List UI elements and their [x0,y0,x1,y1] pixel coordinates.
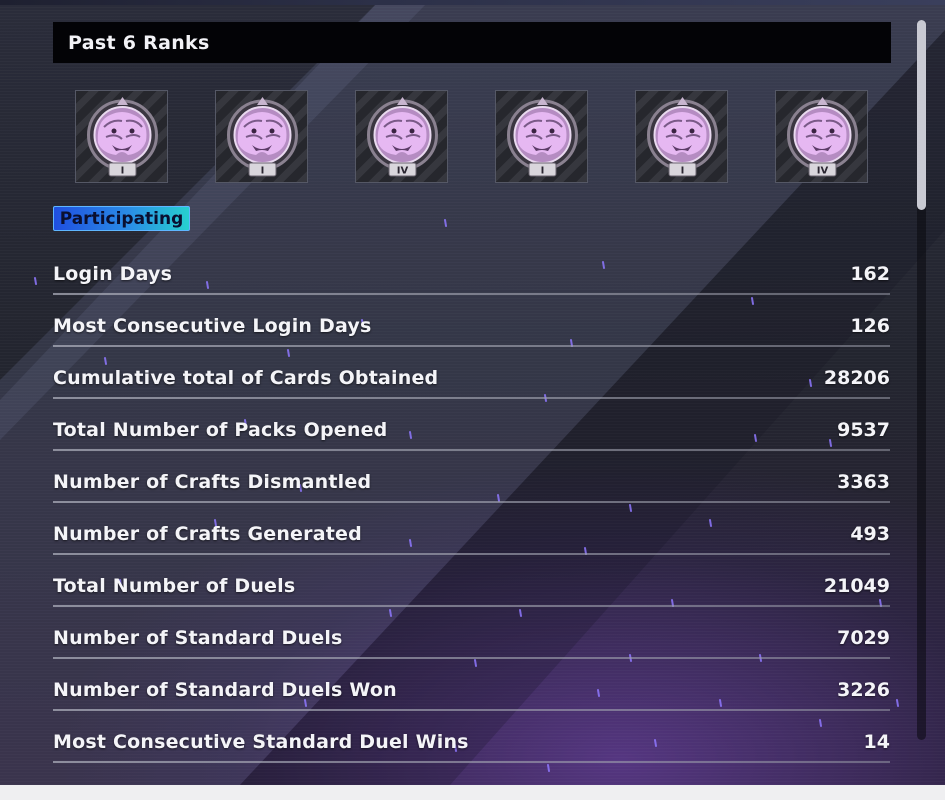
stat-label: Total Number of Packs Opened [53,419,388,441]
title-bar: Past 6 Ranks [53,22,891,63]
stat-row: Number of Crafts Dismantled 3363 [53,463,890,515]
rank-tier-label: I [121,166,125,177]
rank-tile[interactable]: I [75,90,168,183]
stat-value: 7029 [837,627,890,649]
stat-label: Most Consecutive Standard Duel Wins [53,731,469,753]
stat-label: Login Days [53,263,173,285]
rank-tile[interactable]: IV [775,90,868,183]
stat-value: 3226 [837,679,890,701]
stat-row: Number of Standard Duels 7029 [53,619,890,671]
stat-row: Most Consecutive Login Days 126 [53,307,890,359]
stats-list: Login Days 162 Most Consecutive Login Days… [53,255,890,775]
stat-value: 21049 [823,575,890,597]
tiger-rank-emblem-icon: IV [787,97,858,177]
stat-row: Total Number of Packs Opened 9537 [53,411,890,463]
status-badge-label: Participating [59,208,184,229]
rank-tier-label: IV [817,166,829,177]
top-edge-strip [0,0,945,5]
stat-label: Number of Standard Duels [53,627,343,649]
stat-value: 9537 [837,419,890,441]
stat-row: Cumulative total of Cards Obtained 28206 [53,359,890,411]
rank-tile[interactable]: I [495,90,588,183]
stat-row: Most Consecutive Standard Duel Wins 14 [53,723,890,775]
stat-row: Number of Crafts Generated 493 [53,515,890,567]
past-ranks-row: I I IV I I IV [75,90,868,185]
tiger-rank-emblem-icon: IV [367,97,438,177]
stat-label: Number of Crafts Generated [53,523,362,545]
stat-value: 14 [863,731,890,753]
rank-tier-label: I [541,166,545,177]
stat-value: 162 [850,263,890,285]
rank-tile[interactable]: IV [355,90,448,183]
rank-tier-label: I [681,166,685,177]
tiger-rank-emblem-icon: I [227,97,298,177]
stat-value: 3363 [837,471,890,493]
stat-value: 28206 [823,367,890,389]
tiger-rank-emblem-icon: I [647,97,718,177]
scrollbar-thumb[interactable] [917,20,926,210]
stat-label: Cumulative total of Cards Obtained [53,367,439,389]
status-badge: Participating [53,206,190,231]
stat-label: Number of Crafts Dismantled [53,471,372,493]
rank-tile[interactable]: I [215,90,308,183]
stat-label: Number of Standard Duels Won [53,679,397,701]
stat-row: Login Days 162 [53,255,890,307]
rank-tile[interactable]: I [635,90,728,183]
stat-value: 493 [850,523,890,545]
stat-value: 126 [850,315,890,337]
rank-tier-label: I [261,166,265,177]
stat-label: Total Number of Duels [53,575,296,597]
stat-label: Most Consecutive Login Days [53,315,372,337]
rank-tier-label: IV [397,166,409,177]
page-title: Past 6 Ranks [68,31,210,54]
stat-row: Number of Standard Duels Won 3226 [53,671,890,723]
stat-row: Total Number of Duels 21049 [53,567,890,619]
tiger-rank-emblem-icon: I [507,97,578,177]
bottom-bar [0,785,945,800]
tiger-rank-emblem-icon: I [87,97,158,177]
